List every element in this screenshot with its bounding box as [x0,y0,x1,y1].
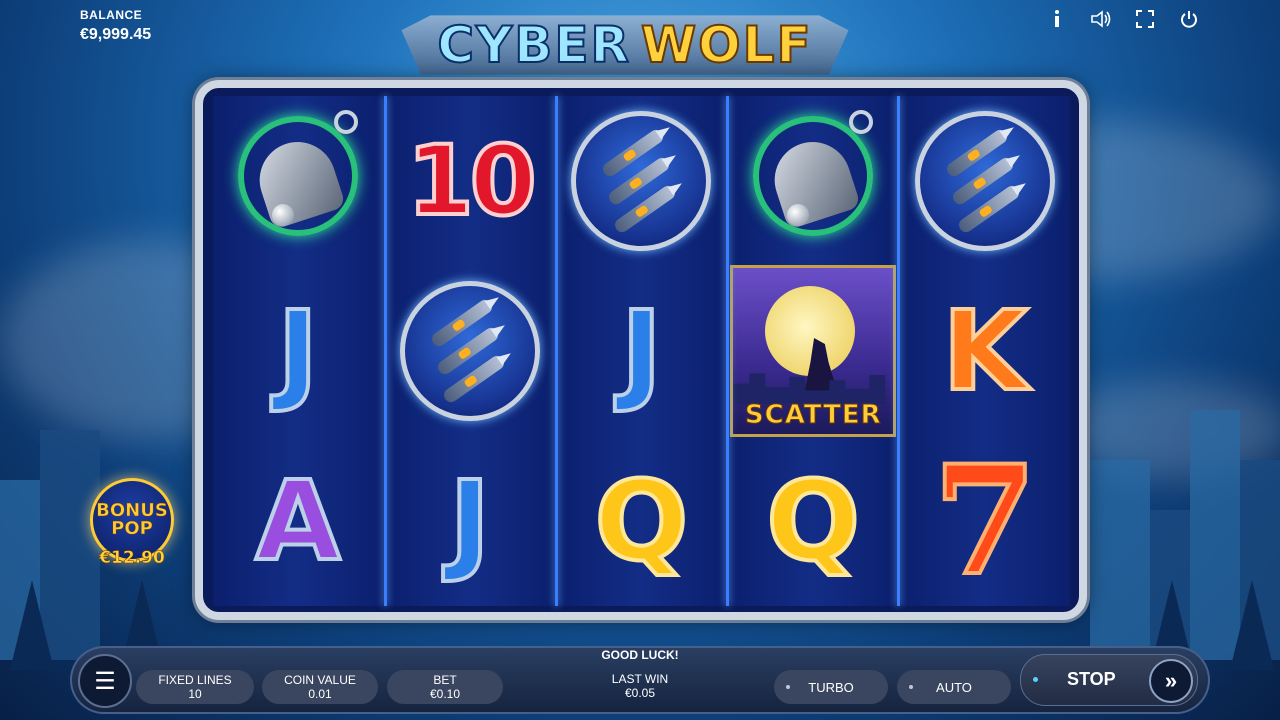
bonus-line2: POP [111,518,153,539]
reel-divider [555,96,558,606]
symbol-cell: J [385,436,555,606]
reel-4: SCATTER Q [728,96,899,606]
stop-label: STOP [1067,669,1116,689]
top-toolbar [1046,8,1200,30]
reel-5: K 7 [900,96,1070,611]
scatter-label: SCATTER [744,400,882,431]
symbol-cell: Q [728,436,898,606]
bonus-amount: €12.90 [99,548,165,569]
logo-wolf: WOLF [640,15,813,74]
symbol-cell: K [900,266,1070,436]
symbol-cell: J [213,266,383,436]
bet-value: €0.10 [429,687,461,701]
last-win-value: €0.05 [624,686,656,700]
symbol-j: J [447,455,492,587]
fullscreen-icon[interactable] [1134,8,1156,30]
symbol-cell [385,266,555,436]
logo-cyber: CYBER [436,15,631,74]
hamburger-icon: ☰ [94,667,116,695]
reel-divider [726,96,729,606]
reel-divider [897,96,900,606]
coin-value-selector[interactable]: COIN VALUE 0.01 [262,670,378,704]
reel-divider [384,96,387,606]
symbol-cell [900,96,1070,266]
last-win-label: LAST WIN [611,672,669,686]
balance-value: €9,999.45 [80,26,152,43]
reel-2: 10 J [384,96,555,606]
symbol-cell: SCATTER [728,265,898,437]
symbol-seven: 7 [931,431,1039,611]
bonus-pop-badge[interactable]: BONUS POP €12.90 [88,478,176,570]
fast-forward-icon[interactable]: » [1149,659,1193,703]
auto-label: AUTO [936,679,972,695]
moon-icon [765,286,856,376]
last-win-display: LAST WIN €0.05 [590,672,690,700]
symbol-cell [557,96,727,266]
symbol-cell: A [213,436,383,606]
status-message: GOOD LUCK! [601,648,679,662]
menu-button[interactable]: ☰ [78,654,132,708]
coin-value-value: 0.01 [308,687,332,701]
bell-icon [753,110,874,246]
turbo-toggle[interactable]: TURBO [774,670,888,704]
symbol-k: K [940,285,1029,417]
fixed-lines-display: FIXED LINES 10 [136,670,254,704]
reel-1: J A [213,96,383,606]
balance-panel: BALANCE €9,999.45 [80,8,151,44]
symbol-j: J [619,285,664,417]
auto-play-button[interactable]: AUTO [897,670,1011,704]
claw-icon [399,281,540,421]
sound-icon[interactable] [1090,8,1112,30]
fixed-lines-label: FIXED LINES [158,673,232,687]
bet-selector[interactable]: BET €0.10 [387,670,503,704]
stop-button[interactable]: STOP » [1020,654,1198,706]
symbol-j: J [275,285,320,417]
info-icon[interactable] [1046,8,1068,30]
power-icon[interactable] [1178,8,1200,30]
bet-label: BET [433,673,457,687]
symbol-a: A [253,455,342,587]
reel-3: J Q [556,96,727,606]
claw-icon [915,111,1056,251]
coin-value-label: COIN VALUE [284,673,356,687]
symbol-cell [213,96,383,266]
symbol-q: Q [593,455,690,587]
claw-icon [571,111,712,251]
symbol-q: Q [765,455,862,587]
turbo-label: TURBO [808,679,854,695]
game-logo: CYBER WOLF [401,15,849,75]
symbol-ten: 10 [405,123,539,239]
scatter-symbol: SCATTER [730,265,897,437]
fixed-lines-value: 10 [188,687,202,701]
symbol-cell: 7 [900,431,1070,611]
balance-label: BALANCE [80,8,143,22]
reel-grid: J A 10 J J Q SCATTER Q K 7 [213,96,1070,611]
bell-icon [237,110,358,246]
symbol-cell: J [557,266,727,436]
symbol-cell: 10 [385,96,555,266]
symbol-cell [728,96,898,266]
symbol-cell: Q [557,436,727,606]
